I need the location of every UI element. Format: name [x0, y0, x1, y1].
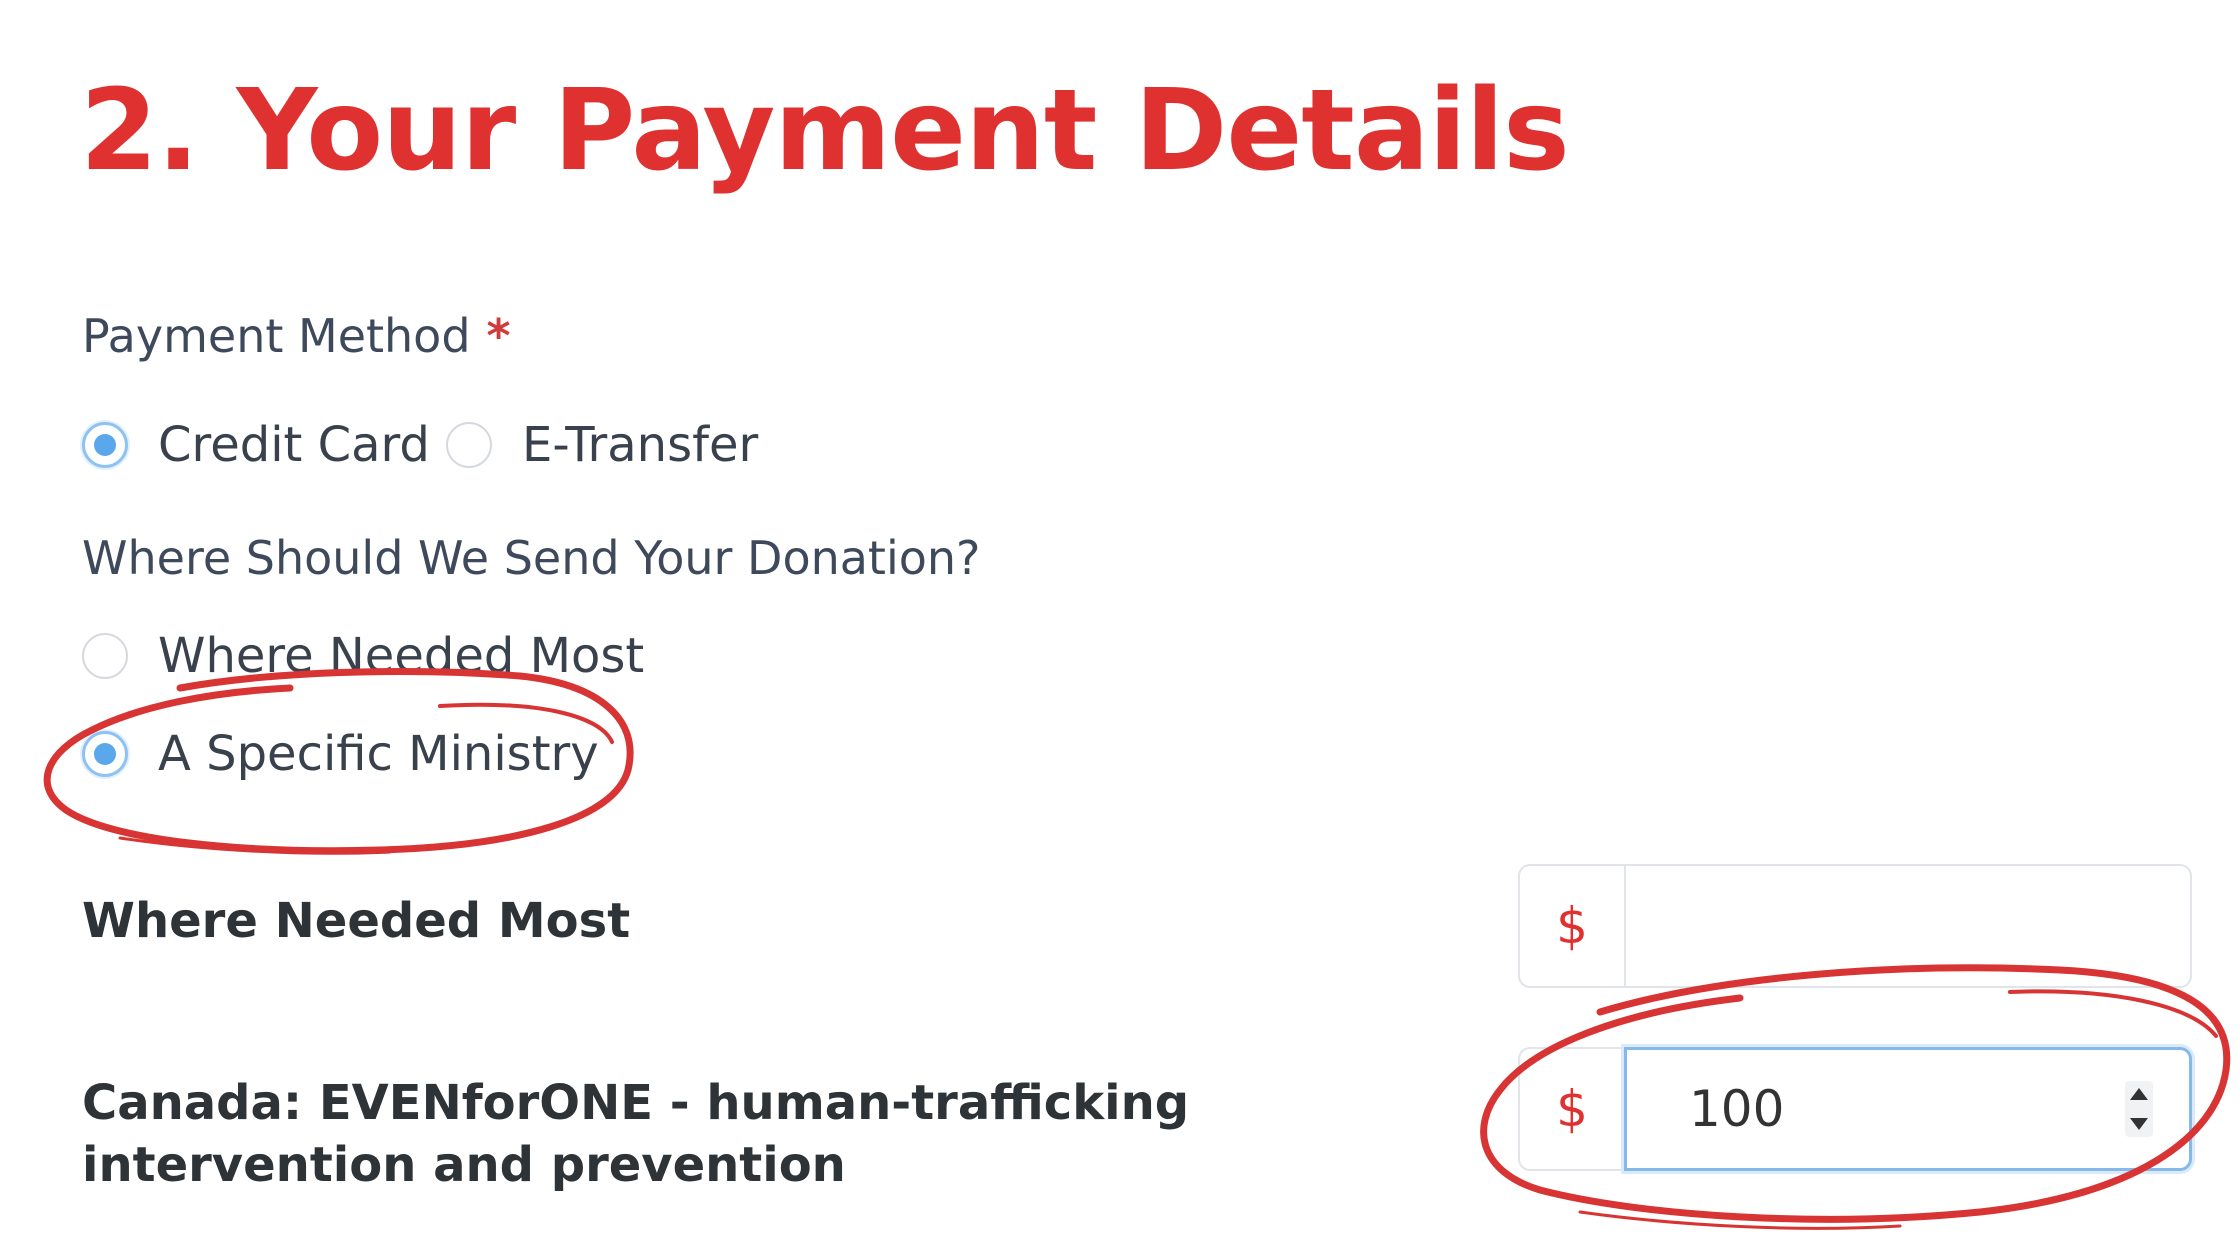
allocation-evenforone-label: Canada: EVENforONE - human-trafficking i… [82, 1075, 1190, 1193]
amount-input-group-where-needed-most: $ [1518, 864, 2192, 988]
radio-e-transfer[interactable]: E-Transfer [446, 415, 758, 475]
payment-details-section: 2. Your Payment Details Payment Method * … [0, 0, 2240, 1260]
radio-e-transfer-button[interactable] [446, 422, 492, 468]
amount-input-evenforone[interactable] [1627, 1050, 2189, 1168]
section-title: 2. Your Payment Details [80, 66, 1570, 196]
donation-destination-question: Where Should We Send Your Donation? [82, 531, 981, 585]
payment-method-label-text: Payment Method [82, 309, 471, 363]
radio-where-needed-most-button[interactable] [82, 633, 128, 679]
amount-field-evenforone[interactable] [1624, 1047, 2192, 1171]
currency-addon: $ [1518, 864, 1624, 988]
amount-input-group-evenforone: $ [1518, 1047, 2192, 1171]
radio-where-needed-most[interactable]: Where Needed Most [82, 626, 644, 686]
amount-field-where-needed-most[interactable] [1624, 864, 2192, 988]
radio-where-needed-most-label[interactable]: Where Needed Most [158, 626, 644, 686]
radio-credit-card-label[interactable]: Credit Card [158, 415, 430, 475]
payment-method-label: Payment Method * [82, 306, 511, 366]
number-spinner[interactable] [2125, 1081, 2153, 1137]
radio-specific-ministry[interactable]: A Specific Ministry [82, 724, 599, 784]
spinner-up-icon[interactable] [2125, 1081, 2153, 1107]
amount-input-where-needed-most[interactable] [1626, 866, 2190, 986]
radio-specific-ministry-button[interactable] [82, 731, 128, 777]
currency-addon: $ [1518, 1047, 1624, 1171]
radio-e-transfer-label[interactable]: E-Transfer [522, 415, 758, 475]
spinner-down-icon[interactable] [2125, 1111, 2153, 1137]
radio-credit-card-button[interactable] [82, 422, 128, 468]
required-asterisk: * [486, 309, 511, 363]
radio-specific-ministry-label[interactable]: A Specific Ministry [158, 724, 599, 784]
allocation-where-needed-most-label: Where Needed Most [82, 893, 631, 949]
radio-credit-card[interactable]: Credit Card [82, 415, 430, 475]
